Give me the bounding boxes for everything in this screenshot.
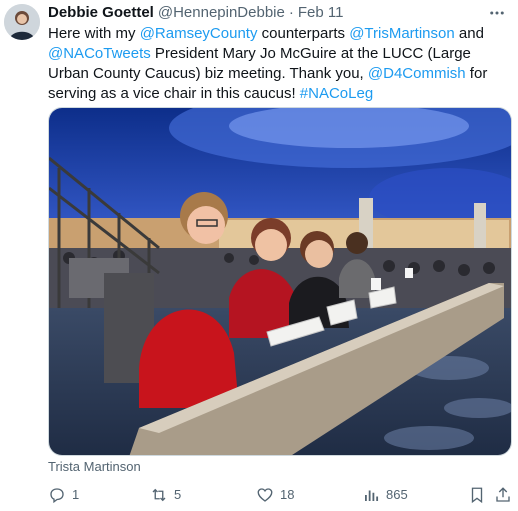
mention-trismartinson[interactable]: @TrisMartinson	[349, 25, 455, 42]
repost-count: 5	[174, 487, 182, 502]
text-segment: counterparts	[257, 25, 350, 42]
share-icon	[496, 487, 510, 502]
share-button[interactable]	[494, 484, 518, 506]
mention-d4commish[interactable]: @D4Commish	[368, 65, 466, 82]
media-caption[interactable]: Trista Martinson	[48, 459, 141, 474]
hashtag-nacoleg[interactable]: #NACoLeg	[300, 85, 373, 102]
reply-icon	[50, 488, 64, 504]
like-button[interactable]: 18	[256, 484, 294, 506]
mention-nacotweets[interactable]: @NACoTweets	[48, 45, 151, 62]
tweet-photo[interactable]	[48, 107, 512, 456]
text-segment: Here with my	[48, 25, 140, 42]
separator-dot: ·	[288, 4, 294, 21]
author-name[interactable]: Debbie Goettel	[48, 4, 154, 21]
views-icon	[365, 490, 379, 501]
action-bar: 1 5 18 865	[44, 484, 514, 506]
repost-button[interactable]: 5	[150, 484, 181, 506]
views-button[interactable]: 865	[362, 484, 408, 506]
reply-button[interactable]: 1	[48, 484, 79, 506]
tweet-text: Here with my @RamseyCounty counterparts …	[48, 24, 512, 104]
tweet-date[interactable]: Feb 11	[298, 4, 344, 21]
author-avatar[interactable]	[4, 4, 40, 40]
text-segment: and	[454, 25, 484, 42]
bookmark-button[interactable]	[468, 484, 492, 506]
repost-icon	[152, 488, 166, 502]
tweet-header: Debbie Goettel @HennepinDebbie · Feb 11	[48, 4, 343, 22]
like-count: 18	[280, 487, 295, 502]
bookmark-icon	[471, 487, 483, 504]
like-icon	[257, 488, 273, 502]
views-count: 865	[386, 487, 408, 502]
author-handle[interactable]: @HennepinDebbie	[158, 4, 285, 21]
mention-ramseycounty[interactable]: @RamseyCounty	[140, 25, 258, 42]
reply-count: 1	[72, 487, 80, 502]
more-icon[interactable]	[486, 2, 508, 24]
